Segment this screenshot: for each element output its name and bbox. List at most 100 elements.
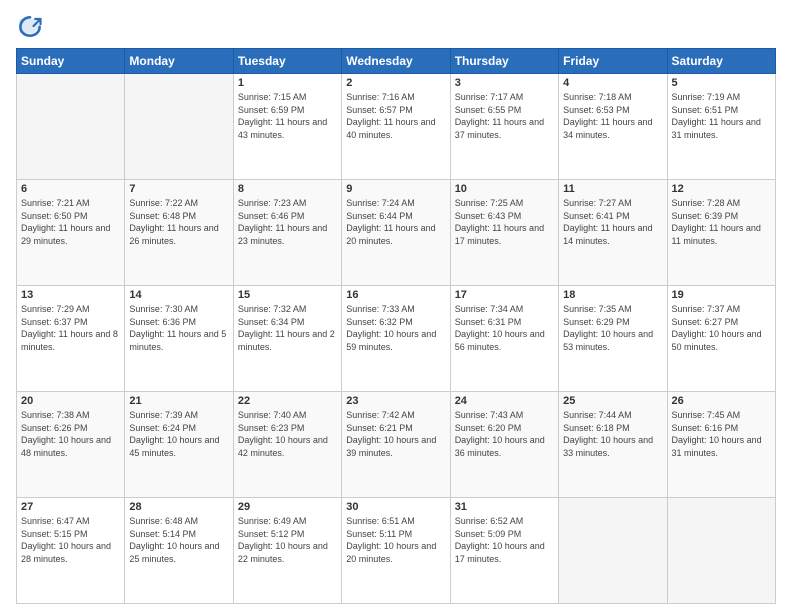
day-number: 2 <box>346 77 445 89</box>
day-info: Sunrise: 7:38 AMSunset: 6:26 PMDaylight:… <box>21 409 120 459</box>
calendar-day-cell: 27 Sunrise: 6:47 AMSunset: 5:15 PMDayligh… <box>17 498 125 604</box>
day-number: 26 <box>672 395 771 407</box>
day-number: 6 <box>21 183 120 195</box>
day-info: Sunrise: 7:29 AMSunset: 6:37 PMDaylight:… <box>21 303 120 353</box>
day-info: Sunrise: 6:49 AMSunset: 5:12 PMDaylight:… <box>238 515 337 565</box>
calendar-day-cell: 12 Sunrise: 7:28 AMSunset: 6:39 PMDayligh… <box>667 180 775 286</box>
col-saturday: Saturday <box>667 49 775 74</box>
calendar-day-cell: 31 Sunrise: 6:52 AMSunset: 5:09 PMDayligh… <box>450 498 558 604</box>
day-info: Sunrise: 7:22 AMSunset: 6:48 PMDaylight:… <box>129 197 228 247</box>
day-info: Sunrise: 7:32 AMSunset: 6:34 PMDaylight:… <box>238 303 337 353</box>
day-number: 31 <box>455 501 554 513</box>
calendar-day-cell: 22Sunrise: 7:40 AMSunset: 6:23 PMDayligh… <box>233 392 341 498</box>
calendar-week-row: 1 Sunrise: 7:15 AMSunset: 6:59 PMDaylight… <box>17 74 776 180</box>
logo-icon <box>16 12 44 40</box>
day-info: Sunrise: 6:52 AMSunset: 5:09 PMDaylight:… <box>455 515 554 565</box>
day-number: 1 <box>238 77 337 89</box>
day-info: Sunrise: 7:30 AMSunset: 6:36 PMDaylight:… <box>129 303 228 353</box>
day-number: 28 <box>129 501 228 513</box>
day-number: 20 <box>21 395 120 407</box>
calendar-day-cell: 14 Sunrise: 7:30 AMSunset: 6:36 PMDayligh… <box>125 286 233 392</box>
calendar-day-cell <box>125 74 233 180</box>
calendar-day-cell <box>667 498 775 604</box>
calendar-day-cell: 9 Sunrise: 7:24 AMSunset: 6:44 PMDaylight… <box>342 180 450 286</box>
col-tuesday: Tuesday <box>233 49 341 74</box>
header <box>16 12 776 40</box>
day-info: Sunrise: 7:19 AMSunset: 6:51 PMDaylight:… <box>672 91 771 141</box>
day-info: Sunrise: 7:33 AMSunset: 6:32 PMDaylight:… <box>346 303 445 353</box>
day-info: Sunrise: 7:27 AMSunset: 6:41 PMDaylight:… <box>563 197 662 247</box>
day-info: Sunrise: 7:39 AMSunset: 6:24 PMDaylight:… <box>129 409 228 459</box>
col-wednesday: Wednesday <box>342 49 450 74</box>
day-info: Sunrise: 7:17 AMSunset: 6:55 PMDaylight:… <box>455 91 554 141</box>
calendar-table: Sunday Monday Tuesday Wednesday Thursday… <box>16 48 776 604</box>
calendar-day-cell: 15 Sunrise: 7:32 AMSunset: 6:34 PMDayligh… <box>233 286 341 392</box>
page-container: Sunday Monday Tuesday Wednesday Thursday… <box>0 0 792 612</box>
calendar-day-cell: 13 Sunrise: 7:29 AMSunset: 6:37 PMDayligh… <box>17 286 125 392</box>
day-number: 9 <box>346 183 445 195</box>
calendar-day-cell: 20 Sunrise: 7:38 AMSunset: 6:26 PMDayligh… <box>17 392 125 498</box>
day-info: Sunrise: 7:28 AMSunset: 6:39 PMDaylight:… <box>672 197 771 247</box>
calendar-week-row: 27 Sunrise: 6:47 AMSunset: 5:15 PMDayligh… <box>17 498 776 604</box>
calendar-day-cell: 24 Sunrise: 7:43 AMSunset: 6:20 PMDayligh… <box>450 392 558 498</box>
day-info: Sunrise: 7:24 AMSunset: 6:44 PMDaylight:… <box>346 197 445 247</box>
day-info: Sunrise: 7:25 AMSunset: 6:43 PMDaylight:… <box>455 197 554 247</box>
day-number: 5 <box>672 77 771 89</box>
day-number: 14 <box>129 289 228 301</box>
calendar-day-cell: 10 Sunrise: 7:25 AMSunset: 6:43 PMDayligh… <box>450 180 558 286</box>
calendar-day-cell: 1 Sunrise: 7:15 AMSunset: 6:59 PMDaylight… <box>233 74 341 180</box>
day-number: 15 <box>238 289 337 301</box>
day-number: 11 <box>563 183 662 195</box>
calendar-day-cell <box>559 498 667 604</box>
day-number: 24 <box>455 395 554 407</box>
calendar-day-cell <box>17 74 125 180</box>
calendar-day-cell: 11 Sunrise: 7:27 AMSunset: 6:41 PMDayligh… <box>559 180 667 286</box>
calendar-day-cell: 21 Sunrise: 7:39 AMSunset: 6:24 PMDayligh… <box>125 392 233 498</box>
col-friday: Friday <box>559 49 667 74</box>
calendar-day-cell: 29 Sunrise: 6:49 AMSunset: 5:12 PMDayligh… <box>233 498 341 604</box>
day-info: Sunrise: 7:23 AMSunset: 6:46 PMDaylight:… <box>238 197 337 247</box>
day-info: Sunrise: 6:48 AMSunset: 5:14 PMDaylight:… <box>129 515 228 565</box>
day-number: 3 <box>455 77 554 89</box>
calendar-day-cell: 30 Sunrise: 6:51 AMSunset: 5:11 PMDayligh… <box>342 498 450 604</box>
calendar-day-cell: 6 Sunrise: 7:21 AMSunset: 6:50 PMDaylight… <box>17 180 125 286</box>
day-number: 16 <box>346 289 445 301</box>
day-number: 10 <box>455 183 554 195</box>
calendar-week-row: 13 Sunrise: 7:29 AMSunset: 6:37 PMDayligh… <box>17 286 776 392</box>
day-info: Sunrise: 7:15 AMSunset: 6:59 PMDaylight:… <box>238 91 337 141</box>
day-number: 30 <box>346 501 445 513</box>
calendar-day-cell: 2 Sunrise: 7:16 AMSunset: 6:57 PMDaylight… <box>342 74 450 180</box>
day-info: Sunrise: 6:51 AMSunset: 5:11 PMDaylight:… <box>346 515 445 565</box>
day-info: Sunrise: 7:21 AMSunset: 6:50 PMDaylight:… <box>21 197 120 247</box>
day-number: 17 <box>455 289 554 301</box>
logo <box>16 12 48 40</box>
day-number: 13 <box>21 289 120 301</box>
day-info: Sunrise: 6:47 AMSunset: 5:15 PMDaylight:… <box>21 515 120 565</box>
day-info: Sunrise: 7:45 AMSunset: 6:16 PMDaylight:… <box>672 409 771 459</box>
day-number: 21 <box>129 395 228 407</box>
day-info: Sunrise: 7:18 AMSunset: 6:53 PMDaylight:… <box>563 91 662 141</box>
calendar-week-row: 20 Sunrise: 7:38 AMSunset: 6:26 PMDayligh… <box>17 392 776 498</box>
calendar-day-cell: 7 Sunrise: 7:22 AMSunset: 6:48 PMDaylight… <box>125 180 233 286</box>
day-info: Sunrise: 7:35 AMSunset: 6:29 PMDaylight:… <box>563 303 662 353</box>
calendar-day-cell: 17 Sunrise: 7:34 AMSunset: 6:31 PMDayligh… <box>450 286 558 392</box>
day-number: 29 <box>238 501 337 513</box>
day-number: 12 <box>672 183 771 195</box>
col-monday: Monday <box>125 49 233 74</box>
day-info: Sunrise: 7:37 AMSunset: 6:27 PMDaylight:… <box>672 303 771 353</box>
col-thursday: Thursday <box>450 49 558 74</box>
calendar-day-cell: 23Sunrise: 7:42 AMSunset: 6:21 PMDayligh… <box>342 392 450 498</box>
day-number: 7 <box>129 183 228 195</box>
calendar-day-cell: 18 Sunrise: 7:35 AMSunset: 6:29 PMDayligh… <box>559 286 667 392</box>
day-number: 27 <box>21 501 120 513</box>
day-info: Sunrise: 7:34 AMSunset: 6:31 PMDaylight:… <box>455 303 554 353</box>
day-info: Sunrise: 7:16 AMSunset: 6:57 PMDaylight:… <box>346 91 445 141</box>
calendar-day-cell: 26 Sunrise: 7:45 AMSunset: 6:16 PMDayligh… <box>667 392 775 498</box>
col-sunday: Sunday <box>17 49 125 74</box>
calendar-day-cell: 3 Sunrise: 7:17 AMSunset: 6:55 PMDaylight… <box>450 74 558 180</box>
calendar-day-cell: 16 Sunrise: 7:33 AMSunset: 6:32 PMDayligh… <box>342 286 450 392</box>
day-number: 19 <box>672 289 771 301</box>
day-number: 22 <box>238 395 337 407</box>
day-info: Sunrise: 7:43 AMSunset: 6:20 PMDaylight:… <box>455 409 554 459</box>
day-number: 18 <box>563 289 662 301</box>
